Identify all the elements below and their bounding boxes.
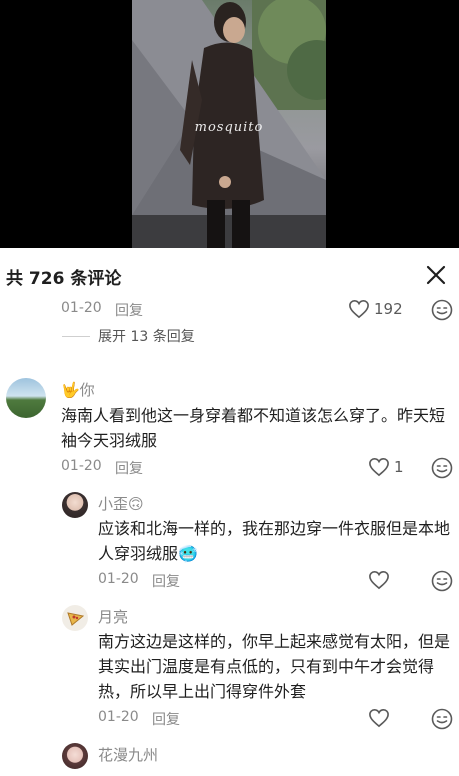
emoji-reaction-icon[interactable]	[431, 570, 453, 592]
avatar[interactable]	[62, 492, 88, 518]
avatar[interactable]	[62, 743, 88, 769]
video-player[interactable]: mosquito	[0, 0, 459, 248]
reply-button[interactable]: 回复	[152, 571, 180, 591]
expand-replies-button[interactable]: 展开 13 条回复	[62, 326, 195, 346]
like-button[interactable]	[368, 707, 390, 729]
reply-button[interactable]: 回复	[115, 458, 143, 478]
comment-meta: 01-20 回复	[61, 298, 181, 320]
emoji-reaction-icon[interactable]	[431, 299, 453, 321]
comment-text: 海南人看到他这一身穿着都不知道该怎么穿了。昨天短袖今天羽绒服	[61, 406, 446, 450]
comment-text: 南方这边是这样的，你早上起来感觉有太阳，但是其实出门温度是有点低的，只有到中午才…	[98, 632, 451, 701]
video-watermark: mosquito	[194, 120, 264, 135]
like-button[interactable]: 1	[368, 456, 404, 478]
expand-replies-label: 展开 13 条回复	[98, 329, 195, 345]
like-button[interactable]	[368, 569, 390, 591]
emoji-reaction-icon[interactable]	[431, 708, 453, 730]
comments-panel: 共 726 条评论 01-20 回复 192 展开 13 条回复 🤟你 海南人看…	[0, 248, 459, 776]
comment-text: 应该和北海一样的，我在那边穿一件衣服但是本地人穿羽绒服🥶	[98, 519, 451, 563]
heart-icon	[369, 457, 389, 477]
heart-icon	[369, 570, 389, 590]
comment-date: 01-20	[98, 709, 139, 725]
emoji-reaction-icon[interactable]	[431, 457, 453, 479]
comment-username[interactable]: 花漫九州	[98, 744, 158, 765]
like-button[interactable]: 192	[348, 298, 403, 320]
reply-button[interactable]: 回复	[115, 300, 143, 320]
video-frame[interactable]: mosquito	[132, 0, 326, 248]
avatar[interactable]	[62, 605, 88, 631]
avatar[interactable]	[6, 378, 46, 418]
comment-date: 01-20	[61, 300, 102, 316]
comment-username[interactable]: 小歪🙃	[98, 493, 144, 514]
like-count: 1	[394, 458, 404, 476]
heart-icon	[369, 708, 389, 728]
comment-date: 01-20	[98, 571, 139, 587]
comments-header: 共 726 条评论	[0, 248, 459, 302]
comment-meta: 01-20 回复	[98, 569, 218, 591]
pizza-icon	[67, 612, 85, 626]
comments-count-title: 共 726 条评论	[6, 269, 122, 289]
comment-date: 01-20	[61, 458, 102, 474]
heart-icon	[349, 299, 369, 319]
comment-meta: 01-20 回复	[98, 707, 218, 729]
comment-username[interactable]: 🤟你	[61, 379, 95, 400]
reply-button[interactable]: 回复	[152, 709, 180, 729]
comment-username[interactable]: 月亮	[98, 606, 128, 627]
like-count: 192	[374, 300, 403, 318]
close-icon[interactable]	[425, 264, 447, 286]
comment-meta: 01-20 回复	[61, 456, 181, 478]
divider-line	[62, 335, 90, 337]
